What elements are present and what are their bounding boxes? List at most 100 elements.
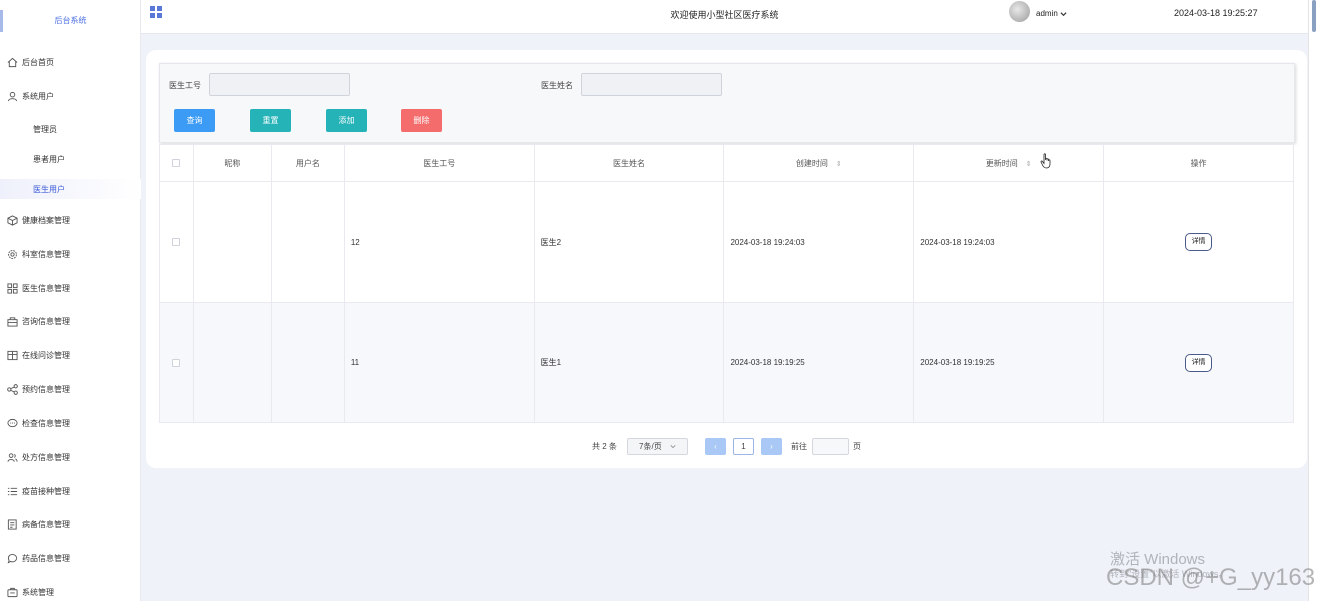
top-header: 欢迎使用小型社区医疗系统 admin 2024-03-18 19:25:27 xyxy=(141,0,1308,34)
sidebar-item-medical-records[interactable]: 病备信息管理 xyxy=(0,514,141,534)
row-select-cell[interactable] xyxy=(159,181,194,303)
table-icon xyxy=(7,350,18,360)
doctor-users-table: 昵称 用户名 医生工号 医生姓名 创建时间 ⇕ 更新时间 ⇕ 操作 12 医生2 2… xyxy=(159,144,1294,423)
cell-doctor-name: 医生2 xyxy=(533,181,725,303)
csdn-watermark: CSDN @+G_yy163 xyxy=(1106,564,1316,591)
page-number-current[interactable]: 1 xyxy=(733,438,754,455)
cart-icon xyxy=(7,316,18,327)
sidebar-item-appointments[interactable]: 预约信息管理 xyxy=(0,379,141,399)
page-title: 欢迎使用小型社区医疗系统 xyxy=(670,10,779,20)
user-icon xyxy=(7,91,18,101)
detail-button[interactable]: 详情 xyxy=(1185,353,1213,372)
doctor-id-input[interactable] xyxy=(209,73,350,96)
sidebar-item-label: 医生用户 xyxy=(33,184,65,194)
sidebar-item-label: 管理员 xyxy=(33,124,57,134)
column-header-created[interactable]: 创建时间 ⇕ xyxy=(723,144,915,182)
cell-doctor-id: 11 xyxy=(343,302,535,423)
next-page-button[interactable]: › xyxy=(761,438,782,455)
avatar[interactable] xyxy=(1009,1,1030,22)
sidebar-item-consultation[interactable]: 咨询信息管理 xyxy=(0,311,141,331)
chat-icon xyxy=(7,418,18,427)
sidebar-item-vaccination[interactable]: 疫苗接种管理 xyxy=(0,481,141,501)
sidebar-item-health-records[interactable]: 健康档案管理 xyxy=(0,210,141,230)
user-menu[interactable]: admin xyxy=(1036,9,1067,18)
sidebar-item-departments[interactable]: 科室信息管理 xyxy=(0,244,141,264)
username-label: admin xyxy=(1036,9,1058,18)
table-row: 11 医生1 2024-03-18 19:19:25 2024-03-18 19… xyxy=(159,302,1294,423)
detail-button[interactable]: 详情 xyxy=(1185,233,1213,251)
column-header-username: 用户名 xyxy=(270,144,345,182)
sidebar-item-label: 病备信息管理 xyxy=(22,519,70,529)
sidebar-item-label: 药品信息管理 xyxy=(22,553,70,563)
sort-icon[interactable]: ⇕ xyxy=(1026,160,1032,168)
doctor-name-input[interactable] xyxy=(581,73,722,96)
settings-icon xyxy=(7,587,18,597)
column-header-actions: 操作 xyxy=(1103,144,1294,182)
sidebar: 后台系统 后台首页 系统用户 管理员 患者用户 医生用户 健康档案管理 科室信息… xyxy=(0,0,141,601)
select-all-checkbox[interactable] xyxy=(172,159,181,168)
row-checkbox[interactable] xyxy=(172,238,181,247)
sidebar-item-examinations[interactable]: 检查信息管理 xyxy=(0,413,141,433)
chevron-down-icon xyxy=(670,445,676,449)
sidebar-item-patient-users[interactable]: 患者用户 xyxy=(0,149,141,169)
row-select-cell[interactable] xyxy=(159,302,194,423)
query-button[interactable]: 查询 xyxy=(174,109,215,132)
scrollbar-thumb[interactable] xyxy=(1312,0,1316,32)
sidebar-item-system-settings[interactable]: 系统管理 xyxy=(0,582,141,601)
column-header-updated[interactable]: 更新时间 ⇕ xyxy=(913,144,1105,182)
sidebar-brand: 后台系统 xyxy=(54,16,87,25)
cell-username xyxy=(270,302,345,423)
sidebar-item-label: 咨询信息管理 xyxy=(22,316,70,326)
cell-updated: 2024-03-18 19:19:25 xyxy=(913,302,1105,423)
row-checkbox[interactable] xyxy=(172,358,181,367)
sidebar-item-label: 处方信息管理 xyxy=(22,452,70,462)
sidebar-item-medicines[interactable]: 药品信息管理 xyxy=(0,548,141,568)
delete-button[interactable]: 删除 xyxy=(401,109,442,132)
current-datetime: 2024-03-18 19:25:27 xyxy=(1174,8,1258,18)
share-icon xyxy=(7,383,18,395)
sidebar-item-admin[interactable]: 管理员 xyxy=(0,119,141,139)
sidebar-item-online-diagnosis[interactable]: 在线问诊管理 xyxy=(0,345,141,365)
header-select-all[interactable] xyxy=(159,144,194,182)
prev-page-button[interactable]: ‹ xyxy=(705,438,726,455)
list-icon xyxy=(7,487,18,495)
sidebar-item-system-users[interactable]: 系统用户 xyxy=(0,86,141,106)
sidebar-item-doctor-info[interactable]: 医生信息管理 xyxy=(0,278,141,298)
column-header-nickname: 昵称 xyxy=(192,144,272,182)
pagination-total: 共 2 条 xyxy=(592,442,617,451)
sidebar-item-label: 系统管理 xyxy=(22,587,54,597)
sidebar-item-label: 检查信息管理 xyxy=(22,418,70,428)
sidebar-item-prescriptions[interactable]: 处方信息管理 xyxy=(0,447,141,467)
page-size-value: 7条/页 xyxy=(639,442,662,451)
sidebar-item-label: 科室信息管理 xyxy=(22,249,70,259)
gear-icon xyxy=(8,249,17,259)
updated-header-label: 更新时间 xyxy=(985,158,1018,168)
cell-created: 2024-03-18 19:24:03 xyxy=(723,181,915,303)
page-size-select[interactable]: 7条/页 xyxy=(627,438,688,455)
cell-nickname xyxy=(192,302,272,423)
sidebar-item-label: 医生信息管理 xyxy=(22,283,70,293)
sidebar-item-doctor-users[interactable]: 医生用户 xyxy=(0,179,141,199)
cell-actions: 详情 xyxy=(1103,302,1294,423)
column-header-doctor-name: 医生姓名 xyxy=(533,144,725,182)
hand-cursor-icon xyxy=(1040,153,1051,169)
doc-icon xyxy=(7,518,17,530)
reset-button[interactable]: 重置 xyxy=(250,109,291,132)
cell-nickname xyxy=(192,181,272,303)
home-icon xyxy=(7,57,18,67)
page-scrollbar[interactable] xyxy=(1308,0,1319,601)
goto-page-input[interactable] xyxy=(812,438,849,455)
grid-icon xyxy=(7,282,18,294)
sidebar-item-label: 后台首页 xyxy=(22,57,54,67)
sidebar-item-label: 在线问诊管理 xyxy=(22,350,70,360)
doctor-name-label: 医生姓名 xyxy=(541,81,573,90)
page-suffix-label: 页 xyxy=(853,442,861,451)
created-header-label: 创建时间 xyxy=(795,158,828,168)
add-button[interactable]: 添加 xyxy=(326,109,367,132)
chevron-down-icon xyxy=(1060,12,1067,17)
people-icon xyxy=(7,452,18,462)
sidebar-item-home[interactable]: 后台首页 xyxy=(0,52,141,72)
sidebar-item-label: 预约信息管理 xyxy=(22,384,70,394)
sort-icon[interactable]: ⇕ xyxy=(836,160,842,168)
cell-doctor-name: 医生1 xyxy=(533,302,725,423)
